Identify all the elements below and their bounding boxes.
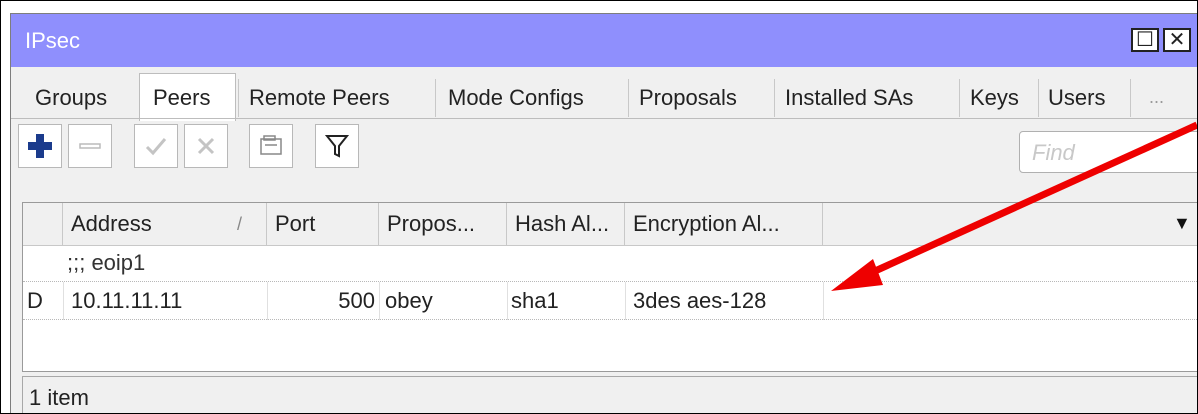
annotation-arrow-icon <box>831 121 1197 291</box>
screenshot-frame: IPsec ☐ ✕ Groups Peers Remote Peers Mode… <box>0 0 1198 414</box>
